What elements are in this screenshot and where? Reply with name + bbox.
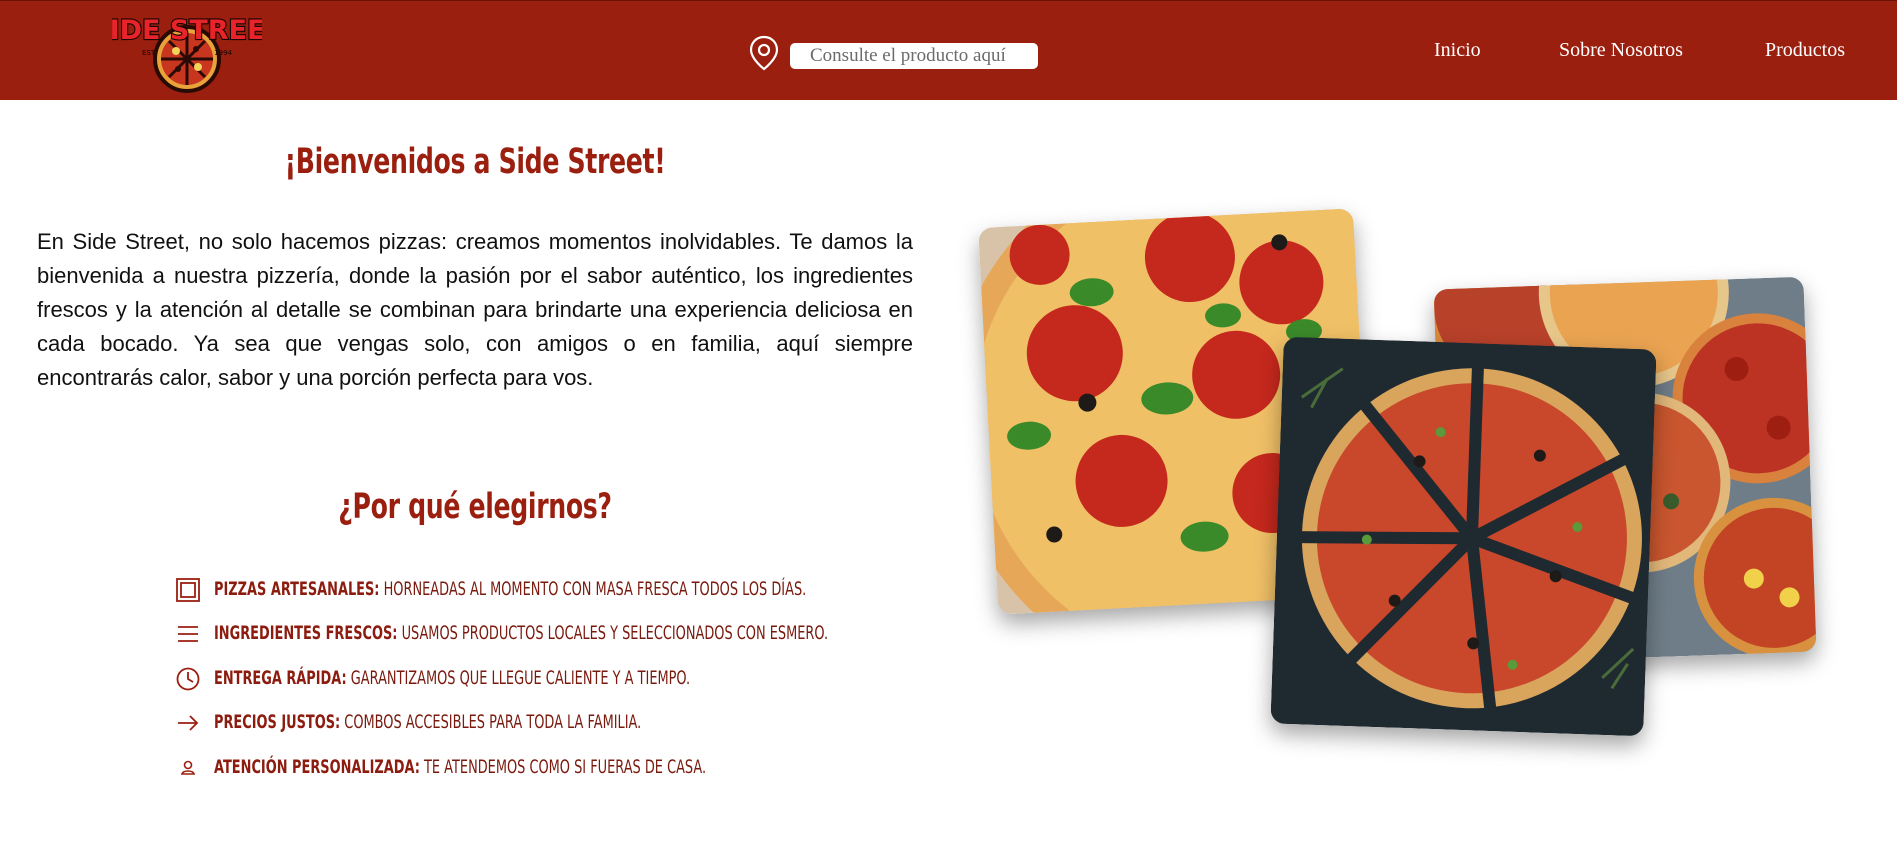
nav-link-inicio[interactable]: Inicio (1434, 39, 1481, 62)
clock-icon (175, 666, 201, 692)
user-icon (175, 755, 201, 781)
nav-link-sobre-nosotros[interactable]: Sobre Nosotros (1559, 39, 1683, 62)
why-choose-us-title: ¿Por qué elegirnos? (338, 487, 612, 527)
menu-lines-icon (175, 621, 201, 647)
location-pin-icon[interactable] (748, 35, 780, 71)
logo-est: EST (142, 49, 156, 57)
feature-description: Horneadas al momento con masa fresca tod… (379, 578, 807, 600)
feature-title: Pizzas artesanales: (214, 578, 380, 600)
feature-title: Precios justos: (214, 711, 341, 733)
square-frame-icon (175, 577, 201, 603)
welcome-title: ¡Bienvenidos a Side Street! (284, 142, 666, 182)
nav-link-productos[interactable]: Productos (1765, 39, 1845, 62)
side-street-logo[interactable]: SIDE STREET EST 1994 (89, 14, 286, 93)
feature-title: Atención personalizada: (214, 756, 420, 778)
feature-description: Garantizamos que llegue caliente y a tie… (346, 667, 691, 689)
feature-title: Ingredientes frescos: (214, 622, 398, 644)
welcome-text: En Side Street, no solo hacemos pizzas: … (37, 229, 913, 390)
sliced-pizza-photo (1270, 336, 1657, 737)
feature-title: Entrega rápida: (214, 667, 347, 689)
top-header: SIDE STREET EST 1994 Inicio Sobre Nosotr… (0, 0, 1897, 100)
feature-description: Combos accesibles para toda la familia. (340, 711, 642, 733)
logo-year: 1994 (214, 49, 232, 57)
feature-description: Te atendemos como si fueras de casa. (419, 756, 707, 778)
logo-text: SIDE STREET (112, 15, 262, 46)
product-search-input[interactable] (790, 43, 1038, 69)
feature-description: Usamos productos locales y seleccionados… (397, 622, 829, 644)
pizza-logo-icon: SIDE STREET EST 1994 (89, 14, 286, 93)
arrow-right-icon (175, 710, 201, 736)
